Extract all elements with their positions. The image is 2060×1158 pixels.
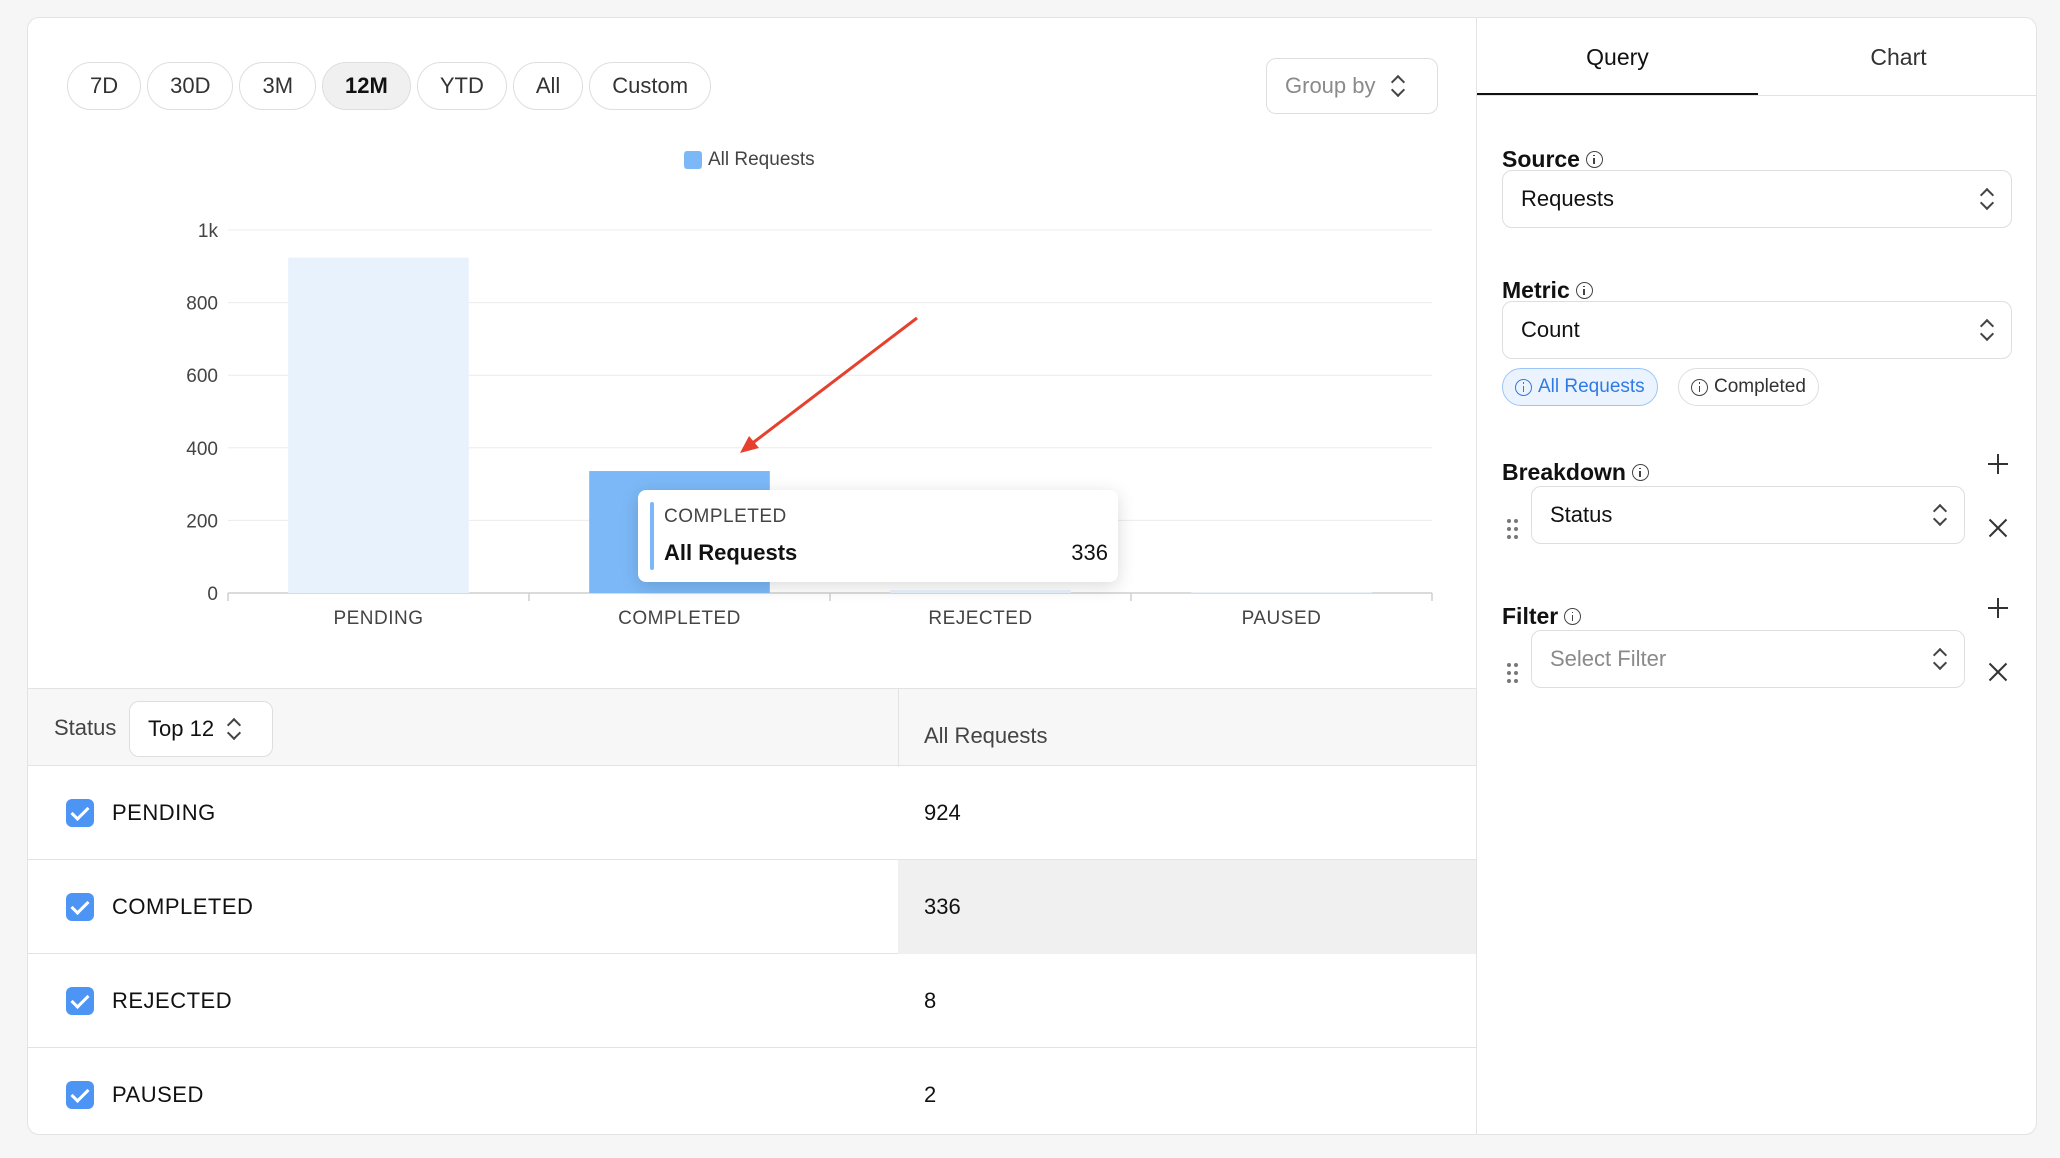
data-table: Status Top 12 All Requests PENDING 924 C… (28, 688, 1476, 1134)
info-icon (1691, 378, 1708, 396)
info-icon[interactable] (1575, 282, 1593, 299)
query-panel: Query Chart Source Requests Metric Count… (1476, 18, 2036, 1134)
chart-area: 7D 30D 3M 12M YTD All Custom Group by Al… (28, 18, 1476, 1134)
table-row[interactable]: PAUSED 2 (28, 1048, 1476, 1134)
row-checkbox[interactable] (66, 799, 94, 827)
row-checkbox[interactable] (66, 1081, 94, 1109)
tab-chart[interactable]: Chart (1758, 44, 2036, 71)
row-label: COMPLETED (112, 894, 254, 919)
source-select[interactable]: Requests (1502, 170, 2012, 228)
metric-select[interactable]: Count (1502, 301, 2012, 359)
row-value: 2 (924, 1082, 937, 1107)
table-row[interactable]: REJECTED 8 (28, 954, 1476, 1048)
tooltip-category: COMPLETED (664, 506, 787, 527)
chip-label: All Requests (1538, 376, 1645, 397)
chevron-up-down-icon (1932, 648, 1946, 670)
row-label: REJECTED (112, 988, 233, 1013)
top-n-select[interactable]: Top 12 (129, 701, 273, 757)
chevron-up-down-icon (1979, 319, 1993, 341)
breakdown-value: Status (1550, 502, 1613, 527)
row-value: 924 (924, 800, 961, 825)
info-icon[interactable] (1585, 151, 1603, 168)
bar-paused[interactable] (1191, 592, 1372, 593)
remove-filter-icon[interactable] (1988, 662, 2008, 682)
y-tick-label: 600 (186, 366, 218, 387)
y-tick-label: 1k (198, 221, 219, 242)
status-column-label: Status (54, 715, 117, 740)
tooltip-series-marker (650, 502, 654, 570)
bar-pending[interactable] (288, 257, 469, 593)
tab-query[interactable]: Query (1477, 44, 1758, 71)
x-tick-label: REJECTED (928, 608, 1032, 629)
row-label: PAUSED (112, 1082, 204, 1107)
filter-placeholder: Select Filter (1550, 646, 1667, 671)
row-value: 8 (924, 988, 937, 1013)
metric-section-title: Metric (1502, 277, 1593, 304)
add-filter-icon[interactable] (1988, 598, 2008, 618)
row-label: PENDING (112, 800, 216, 825)
chevron-up-down-icon (1979, 188, 1993, 210)
chevron-up-down-icon (226, 718, 240, 740)
filter-section-title: Filter (1502, 603, 1582, 630)
info-icon[interactable] (1564, 608, 1582, 625)
source-section-title: Source (1502, 146, 1603, 173)
y-tick-label: 0 (207, 584, 218, 605)
all-requests-column-header[interactable]: All Requests (924, 723, 1048, 749)
filter-title-text: Filter (1502, 603, 1559, 629)
table-row[interactable]: PENDING 924 (28, 766, 1476, 860)
row-checkbox[interactable] (66, 987, 94, 1015)
source-title-text: Source (1502, 146, 1580, 172)
table-header: Status Top 12 All Requests (28, 688, 1476, 767)
chart-tooltip: COMPLETED All Requests 336 (638, 490, 1118, 582)
x-tick-label: PAUSED (1242, 608, 1322, 629)
remove-breakdown-icon[interactable] (1988, 518, 2008, 538)
drag-handle-icon[interactable] (1507, 663, 1519, 683)
chevron-up-down-icon (1932, 504, 1946, 526)
tooltip-value: 336 (1071, 540, 1108, 565)
y-tick-label: 400 (186, 439, 218, 460)
row-value: 336 (924, 894, 961, 919)
row-checkbox[interactable] (66, 893, 94, 921)
active-tab-indicator (1477, 93, 1758, 95)
table-row[interactable]: COMPLETED 336 (28, 860, 1476, 954)
breakdown-title-text: Breakdown (1502, 459, 1626, 485)
annotation-arrow-line (745, 316, 918, 450)
top-n-value: Top 12 (148, 716, 215, 741)
source-value: Requests (1521, 186, 1614, 211)
breakdown-select[interactable]: Status (1531, 486, 1965, 544)
metric-title-text: Metric (1502, 277, 1570, 303)
metric-chip-all-requests[interactable]: All Requests (1502, 368, 1658, 406)
breakdown-section-title: Breakdown (1502, 459, 1649, 486)
info-icon (1515, 378, 1532, 396)
drag-handle-icon[interactable] (1507, 519, 1519, 539)
app-window: 7D 30D 3M 12M YTD All Custom Group by Al… (27, 17, 2037, 1135)
metric-chip-completed[interactable]: Completed (1678, 368, 1819, 406)
filter-select[interactable]: Select Filter (1531, 630, 1965, 688)
x-tick-label: COMPLETED (618, 608, 741, 629)
tooltip-series: All Requests (664, 540, 798, 565)
metric-value: Count (1521, 317, 1580, 342)
y-tick-label: 800 (186, 294, 218, 315)
column-divider (898, 689, 899, 767)
y-tick-label: 200 (186, 511, 218, 532)
add-breakdown-icon[interactable] (1988, 454, 2008, 474)
info-icon[interactable] (1631, 464, 1649, 481)
x-tick-label: PENDING (333, 608, 423, 629)
chip-label: Completed (1714, 376, 1806, 397)
bar-rejected[interactable] (890, 590, 1071, 593)
panel-tabs: Query Chart (1477, 18, 2036, 96)
